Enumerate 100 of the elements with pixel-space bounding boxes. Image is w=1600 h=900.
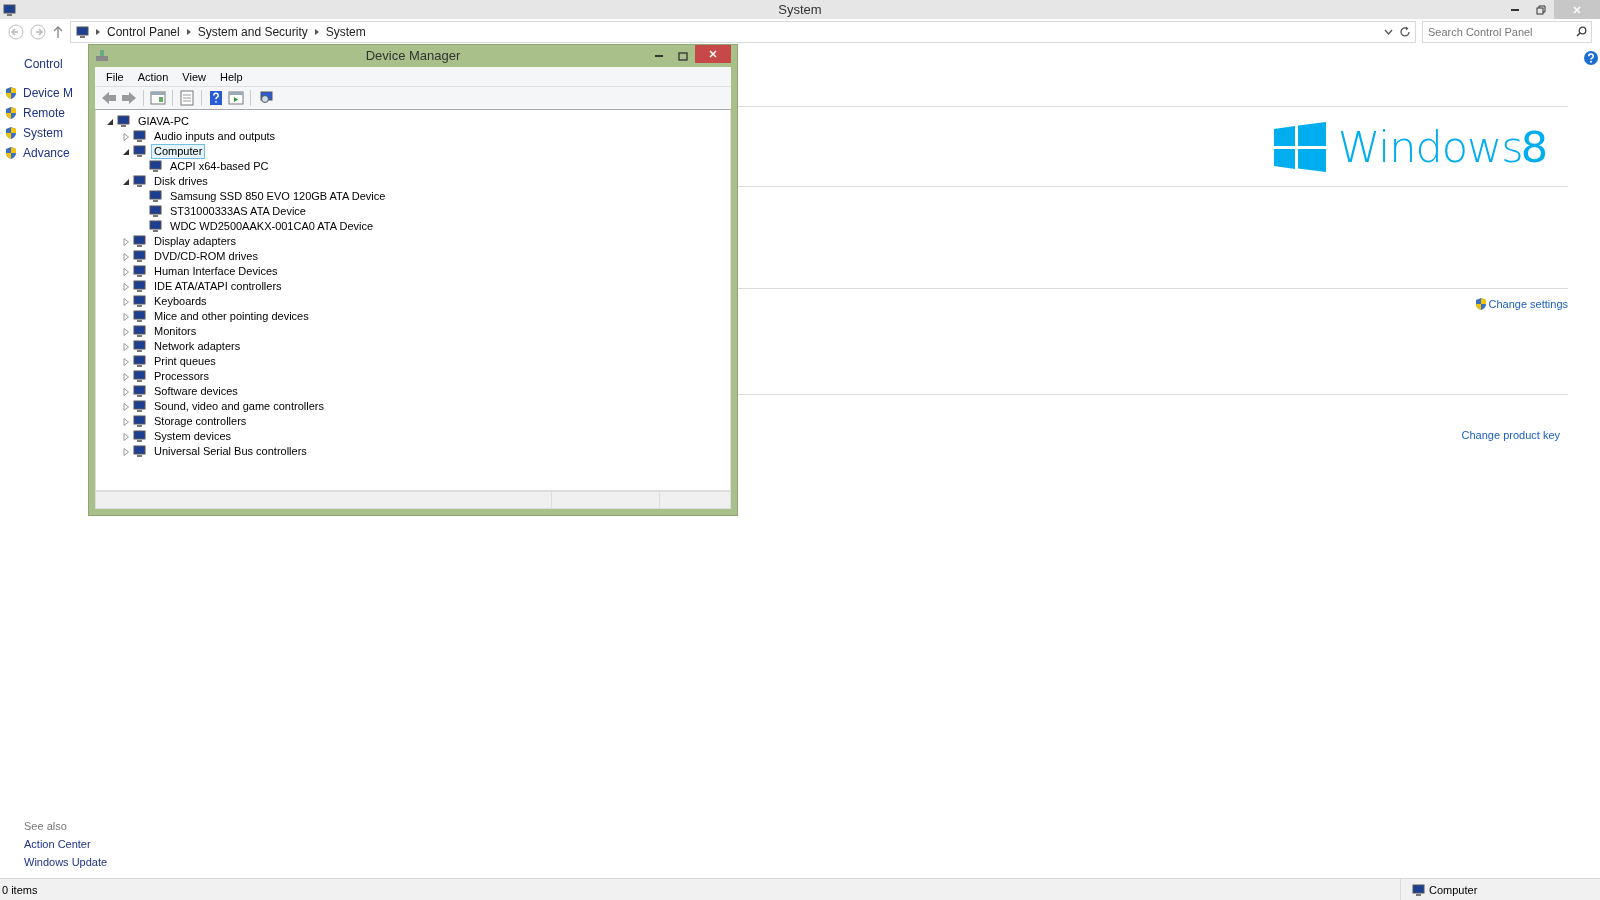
tree-item[interactable]: Display adapters [151, 234, 239, 249]
forward-button[interactable] [30, 24, 46, 40]
tree-item[interactable]: Disk drives [151, 174, 211, 189]
breadcrumb-item[interactable]: System and Security [197, 25, 308, 39]
tree-item[interactable]: Monitors [151, 324, 200, 339]
window-title: System [778, 1, 822, 19]
tree-item[interactable]: Samsung SSD 850 EVO 120GB ATA Device [167, 189, 389, 204]
window-title: Device Manager [365, 47, 461, 65]
pane-view-icon[interactable] [228, 90, 244, 106]
search-field[interactable]: Search Control Panel [1422, 21, 1592, 43]
logo-wordmark: Windows [1337, 121, 1523, 172]
tree-item[interactable]: WDC WD2500AAKX-001CA0 ATA Device [167, 219, 377, 234]
tree-item[interactable]: Computer [151, 144, 206, 159]
menu-item[interactable]: File [99, 70, 131, 83]
device-icon [132, 354, 148, 369]
collapsed-arrow-icon[interactable] [122, 432, 130, 441]
sidebar-link[interactable]: Advance [23, 146, 70, 160]
see-also-link[interactable]: Action Center [24, 838, 228, 850]
menu-item[interactable]: Action [130, 70, 176, 83]
see-also-link[interactable]: Windows Update [24, 856, 228, 868]
device-icon [132, 129, 148, 144]
collapsed-arrow-icon[interactable] [122, 357, 130, 366]
minimize-icon [655, 55, 663, 57]
shield-icon [5, 106, 17, 120]
device-icon [132, 264, 148, 279]
device-icon [148, 189, 164, 204]
tree-item[interactable]: Mice and other pointing devices [151, 309, 312, 324]
tree-item[interactable]: ST31000333AS ATA Device [167, 204, 309, 219]
chevron-icon [185, 28, 192, 36]
collapsed-arrow-icon[interactable] [122, 447, 130, 456]
properties-icon[interactable] [179, 90, 195, 106]
maximize-icon [678, 51, 688, 61]
tree-item[interactable]: DVD/CD-ROM drives [151, 249, 261, 264]
help-icon[interactable] [208, 90, 224, 106]
sidebar-link[interactable]: Device M [23, 86, 73, 100]
collapsed-arrow-icon[interactable] [122, 282, 130, 291]
tree-item[interactable]: Processors [151, 369, 213, 384]
sidebar-link[interactable]: Remote [23, 106, 66, 120]
collapsed-arrow-icon[interactable] [122, 297, 130, 306]
device-icon [148, 219, 164, 234]
device-icon [132, 309, 148, 324]
back-button[interactable] [8, 24, 24, 40]
control-panel-icon [75, 25, 89, 39]
collapsed-arrow-icon[interactable] [122, 312, 130, 321]
expanded-arrow-icon[interactable] [122, 177, 130, 186]
tree-item[interactable]: GIAVA-PC [135, 114, 192, 129]
collapsed-arrow-icon[interactable] [122, 267, 130, 276]
collapsed-arrow-icon[interactable] [122, 342, 130, 351]
help-icon[interactable] [1584, 51, 1598, 65]
location-label: Computer [1429, 883, 1478, 896]
tree-item[interactable]: Audio inputs and outputs [151, 129, 279, 144]
close-button[interactable] [695, 45, 731, 63]
tree-item[interactable]: Network adapters [151, 339, 244, 354]
tree-item[interactable]: Universal Serial Bus controllers [151, 444, 310, 459]
device-icon [132, 249, 148, 264]
tree-item[interactable]: Software devices [151, 384, 241, 399]
back-icon [8, 24, 24, 40]
tree-item[interactable]: System devices [151, 429, 235, 444]
collapsed-arrow-icon[interactable] [122, 327, 130, 336]
device-icon [132, 399, 148, 414]
refresh-icon[interactable] [1399, 26, 1411, 38]
back-arrow-icon[interactable] [101, 90, 117, 106]
collapsed-arrow-icon[interactable] [122, 387, 130, 396]
device-icon [132, 279, 148, 294]
address-bar[interactable]: Control Panel System and Security System [70, 21, 1416, 43]
menu-item[interactable]: Help [212, 70, 250, 83]
tree-item[interactable]: ACPI x64-based PC [167, 159, 272, 174]
device-icon [148, 159, 164, 174]
change-product-key-link[interactable]: Change product key [1461, 429, 1560, 441]
up-arrow-icon[interactable] [52, 25, 64, 39]
collapsed-arrow-icon[interactable] [122, 417, 130, 426]
sidebar-link[interactable]: System [23, 126, 63, 140]
forward-arrow-icon[interactable] [121, 90, 137, 106]
tree-item[interactable]: Storage controllers [151, 414, 250, 429]
collapsed-arrow-icon[interactable] [122, 402, 130, 411]
tree-item[interactable]: Keyboards [151, 294, 210, 309]
device-icon [132, 174, 148, 189]
expanded-arrow-icon[interactable] [106, 117, 114, 126]
tree-item[interactable]: Human Interface Devices [151, 264, 281, 279]
device-icon [132, 414, 148, 429]
pane-view-icon[interactable] [150, 90, 166, 106]
scan-monitor-icon[interactable] [257, 90, 273, 106]
collapsed-arrow-icon[interactable] [122, 132, 130, 141]
shield-icon [5, 126, 17, 140]
control-panel-home-link[interactable]: Control [24, 57, 63, 71]
tree-item[interactable]: IDE ATA/ATAPI controllers [151, 279, 285, 294]
tree-item[interactable]: Print queues [151, 354, 219, 369]
collapsed-arrow-icon[interactable] [122, 252, 130, 261]
device-icon [132, 444, 148, 459]
change-settings-link[interactable]: Change settings [1488, 298, 1568, 310]
collapsed-arrow-icon[interactable] [122, 372, 130, 381]
expanded-arrow-icon[interactable] [122, 147, 130, 156]
breadcrumb-item[interactable]: System [325, 25, 366, 39]
dropdown-icon[interactable] [1384, 29, 1393, 35]
menu-item[interactable]: View [175, 70, 213, 83]
breadcrumb-item[interactable]: Control Panel [107, 25, 180, 39]
collapsed-arrow-icon[interactable] [122, 237, 130, 246]
restore-icon [1536, 4, 1546, 15]
device-icon [132, 144, 148, 159]
tree-item[interactable]: Sound, video and game controllers [151, 399, 327, 414]
